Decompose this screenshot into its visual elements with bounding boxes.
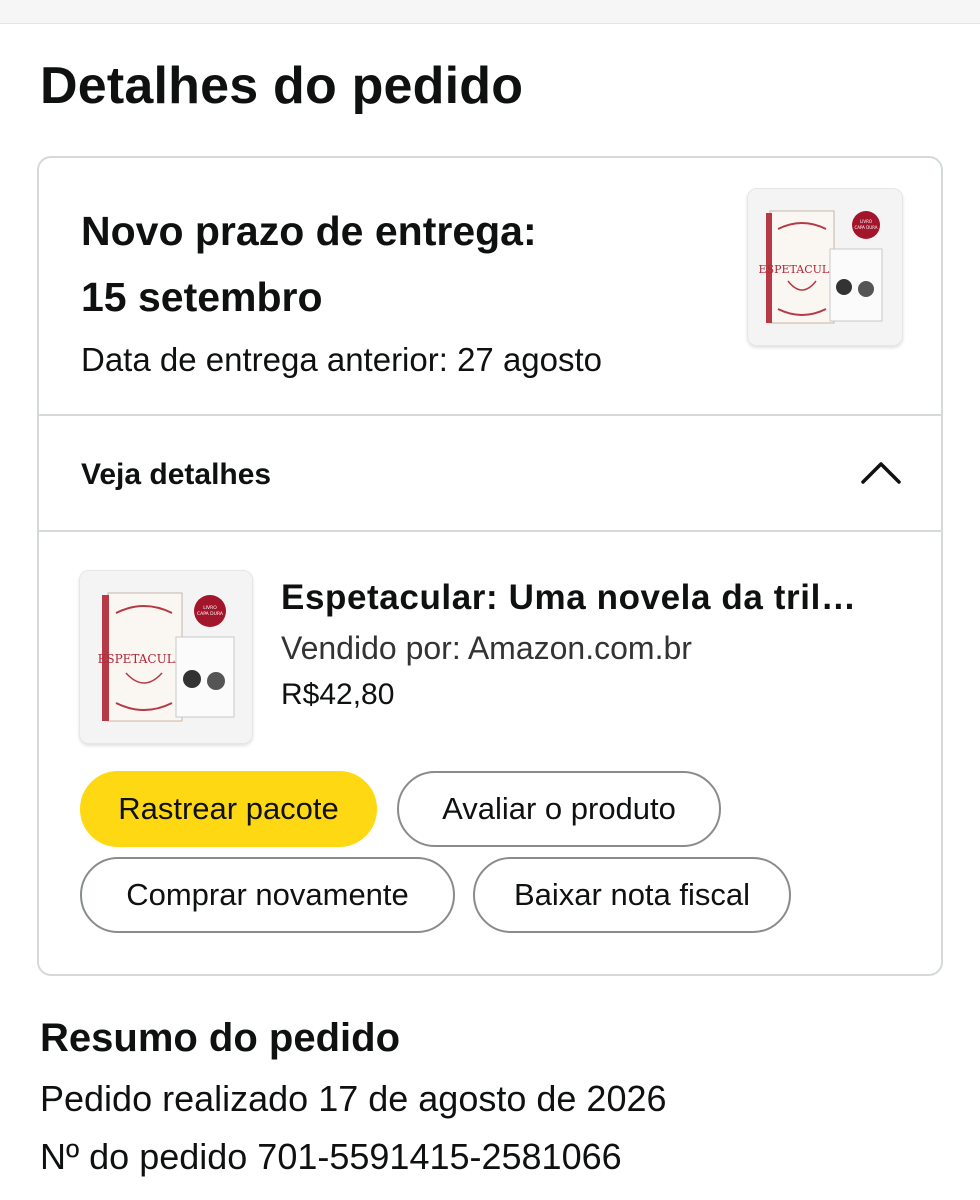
book-cover-image: ESPETACULAR LIVRO CAPA DURA <box>748 189 902 345</box>
previous-delivery-date: Data de entrega anterior: 27 agosto <box>81 341 603 378</box>
item-title[interactable]: Espetacular: Uma novela da tril… <box>281 578 901 618</box>
see-details-label: Veja detalhes <box>81 458 272 491</box>
buy-again-button[interactable]: Comprar novamente <box>80 857 455 933</box>
product-thumbnail[interactable]: ESPETACULAR LIVRO CAPA DURA <box>747 188 903 346</box>
book-cover-image: ESPETACULAR LIVRO CAPA DURA <box>80 571 252 743</box>
delivery-title-line1: Novo prazo de entrega: <box>81 208 537 254</box>
page-title: Detalhes do pedido <box>40 57 524 115</box>
delivery-section: Novo prazo de entrega: 15 setembro Data … <box>39 158 941 416</box>
item-price: R$42,80 <box>281 678 395 711</box>
order-summary-title: Resumo do pedido <box>40 1016 400 1060</box>
download-invoice-button[interactable]: Baixar nota fiscal <box>473 857 791 933</box>
item-seller: Vendido por: Amazon.com.br <box>281 630 692 666</box>
svg-text:LIVRO: LIVRO <box>860 219 872 224</box>
svg-text:CAPA DURA: CAPA DURA <box>197 611 224 617</box>
order-date: Pedido realizado 17 de agosto de 2026 <box>40 1078 667 1119</box>
track-package-button[interactable]: Rastrear pacote <box>80 771 377 847</box>
order-number: Nº do pedido 701-5591415-2581066 <box>40 1136 622 1177</box>
delivery-title: Novo prazo de entrega: 15 setembro <box>81 198 701 330</box>
order-card: Novo prazo de entrega: 15 setembro Data … <box>37 156 943 976</box>
top-strip <box>0 0 980 24</box>
svg-text:CAPA DURA: CAPA DURA <box>854 225 877 230</box>
item-thumbnail[interactable]: ESPETACULAR LIVRO CAPA DURA <box>79 570 253 744</box>
review-product-button[interactable]: Avaliar o produto <box>397 771 721 847</box>
see-details-toggle[interactable]: Veja detalhes <box>39 416 941 532</box>
delivery-date: 15 setembro <box>81 274 323 320</box>
svg-text:LIVRO: LIVRO <box>203 605 217 611</box>
chevron-up-icon[interactable] <box>859 452 903 496</box>
